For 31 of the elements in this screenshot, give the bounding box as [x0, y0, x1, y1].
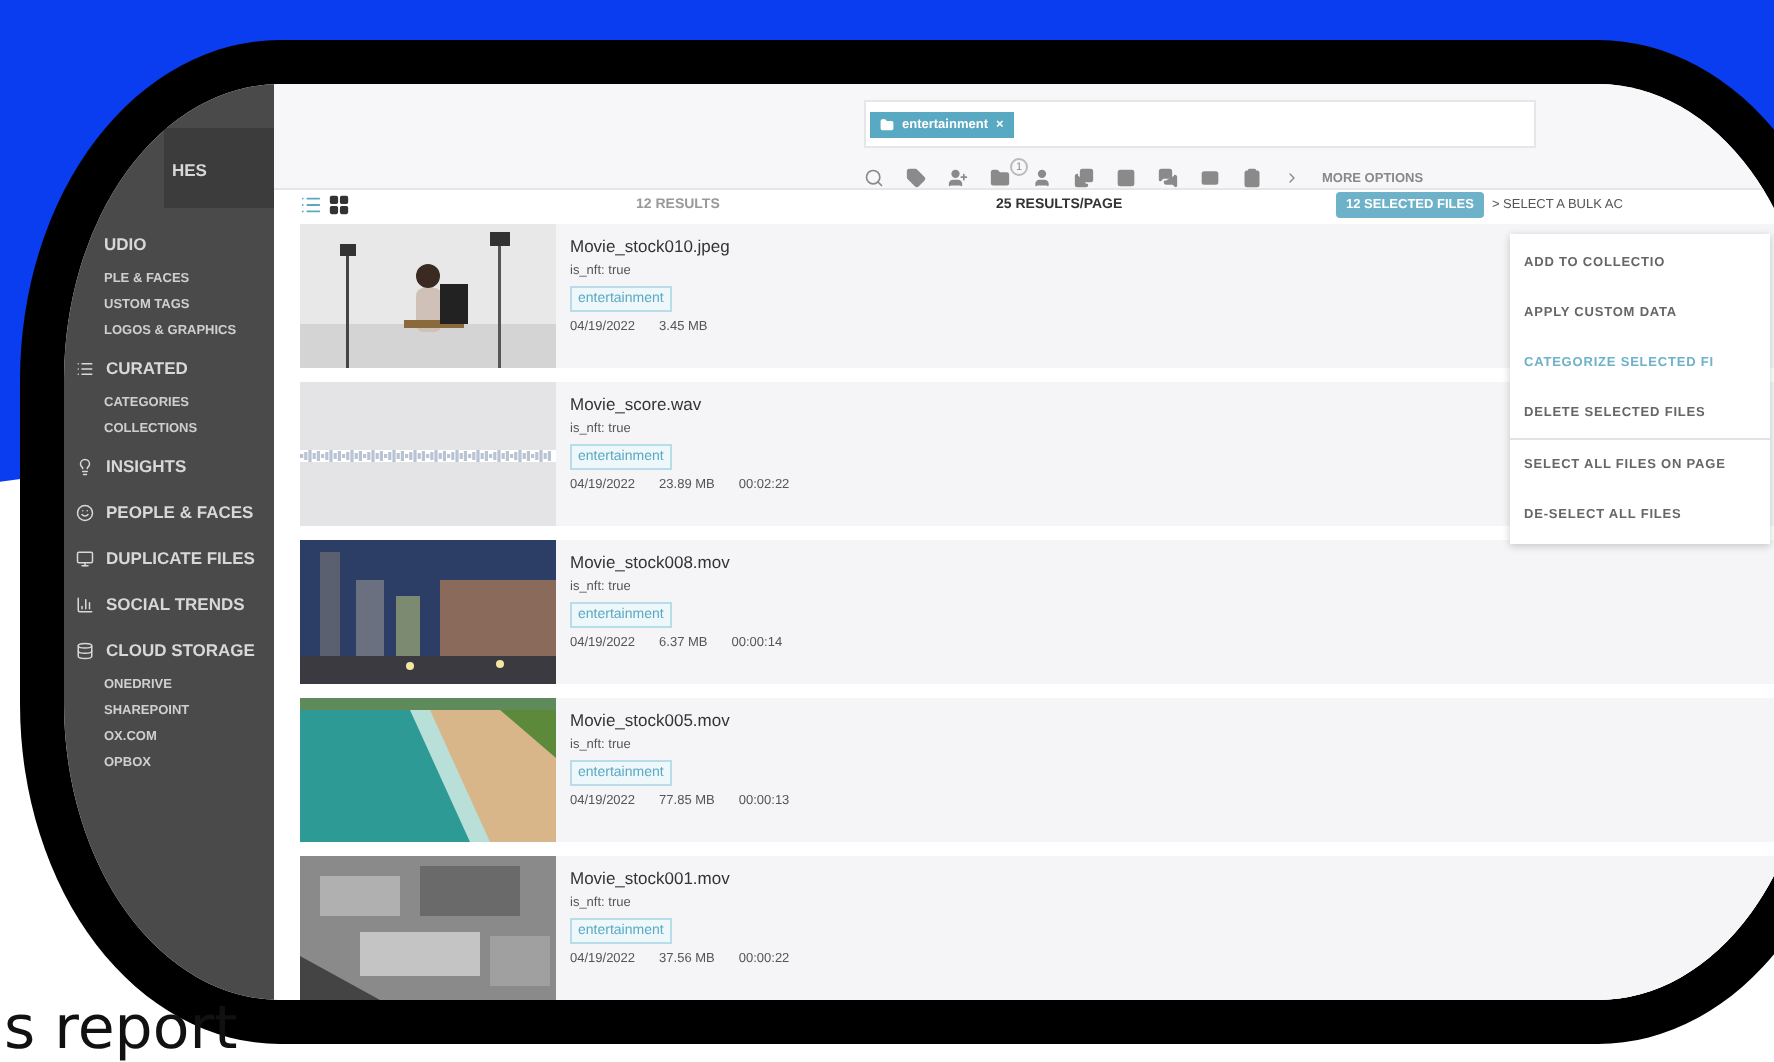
chat-icon[interactable] [1158, 168, 1178, 188]
smiley-icon [76, 503, 94, 521]
search-icon[interactable] [864, 168, 884, 188]
file-name: Movie_stock005.mov [570, 710, 730, 730]
file-name: Movie_stock010.jpeg [570, 236, 730, 256]
list-icon [76, 359, 94, 377]
waveform-icon [300, 382, 556, 526]
folder-icon [880, 118, 894, 132]
person-plus-icon[interactable] [948, 168, 968, 188]
person-icon[interactable] [1032, 168, 1052, 188]
sidebar-item[interactable]: DUPLICATE FILES [64, 534, 274, 580]
bar-chart-icon [76, 595, 94, 613]
images-icon[interactable] [1074, 168, 1094, 188]
sidebar-item[interactable]: UDIO [64, 220, 274, 266]
file-name: Movie_stock001.mov [570, 868, 730, 888]
sidebar-item[interactable]: CURATED [64, 344, 274, 390]
database-icon [76, 641, 94, 659]
sidebar-item[interactable]: HES [164, 128, 274, 208]
chevron-icon [1284, 170, 1300, 186]
grid-view-icon[interactable] [328, 194, 350, 216]
sidebar-item[interactable]: SOCIAL TRENDS [64, 580, 274, 626]
tag-icon[interactable] [906, 168, 926, 188]
file-name: Movie_stock008.mov [570, 552, 730, 572]
sidebar-item[interactable]: PEOPLE & FACES [64, 488, 274, 534]
clipboard-icon[interactable] [1242, 168, 1262, 188]
folder-icon[interactable] [990, 168, 1010, 188]
sidebar-item[interactable]: INSIGHTS [64, 442, 274, 488]
lightbulb-icon [76, 457, 94, 475]
monitor-icon [76, 549, 94, 567]
file-name: Movie_score.wav [570, 394, 702, 414]
sidebar-item[interactable]: CLOUD STORAGE [64, 626, 274, 672]
